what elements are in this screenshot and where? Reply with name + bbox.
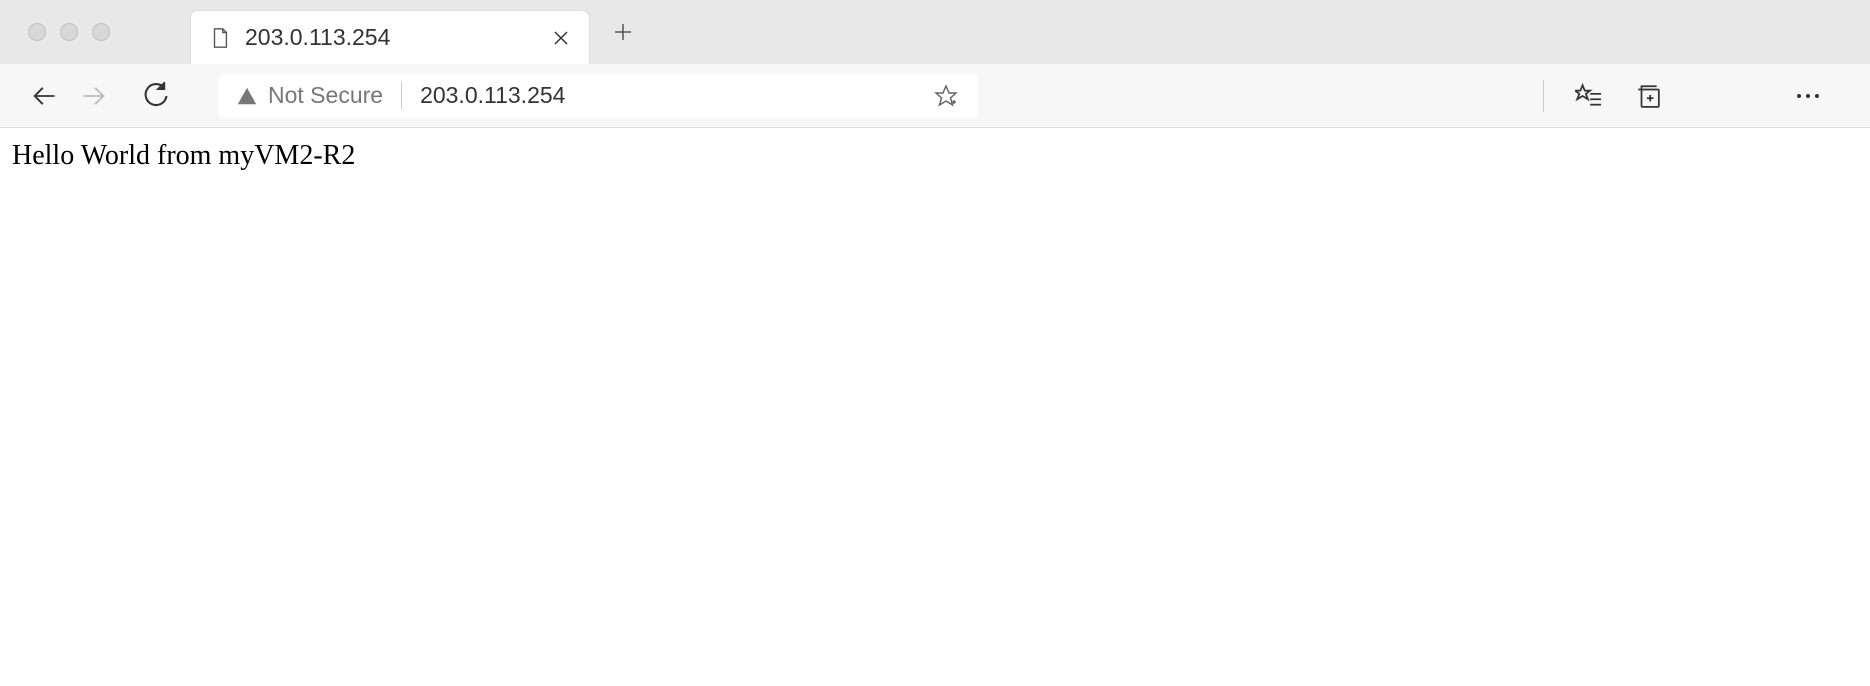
favorite-button[interactable] [932,82,960,110]
settings-menu-button[interactable] [1792,80,1824,112]
tab-bar: 203.0.113.254 [0,0,1870,64]
address-bar[interactable]: Not Secure 203.0.113.254 [218,74,978,118]
browser-tab[interactable]: 203.0.113.254 [190,10,590,64]
security-label: Not Secure [268,82,383,109]
url-text: 203.0.113.254 [420,82,932,109]
favorites-list-button[interactable] [1572,80,1604,112]
new-tab-button[interactable] [608,17,638,47]
window-minimize-button[interactable] [60,23,78,41]
forward-button[interactable] [76,78,112,114]
tab-title: 203.0.113.254 [245,24,537,51]
security-indicator[interactable]: Not Secure [236,82,402,109]
refresh-button[interactable] [138,78,174,114]
close-tab-button[interactable] [551,28,571,48]
page-icon [209,27,231,49]
toolbar-right-actions [1543,80,1844,112]
window-controls [28,23,110,41]
page-content: Hello World from myVM2-R2 [0,128,1870,184]
toolbar: Not Secure 203.0.113.254 [0,64,1870,128]
page-body-text: Hello World from myVM2-R2 [12,140,355,171]
collections-button[interactable] [1632,80,1664,112]
window-close-button[interactable] [28,23,46,41]
warning-icon [236,85,258,107]
separator [1543,80,1544,112]
back-button[interactable] [26,78,62,114]
browser-chrome: 203.0.113.254 [0,0,1870,128]
window-maximize-button[interactable] [92,23,110,41]
